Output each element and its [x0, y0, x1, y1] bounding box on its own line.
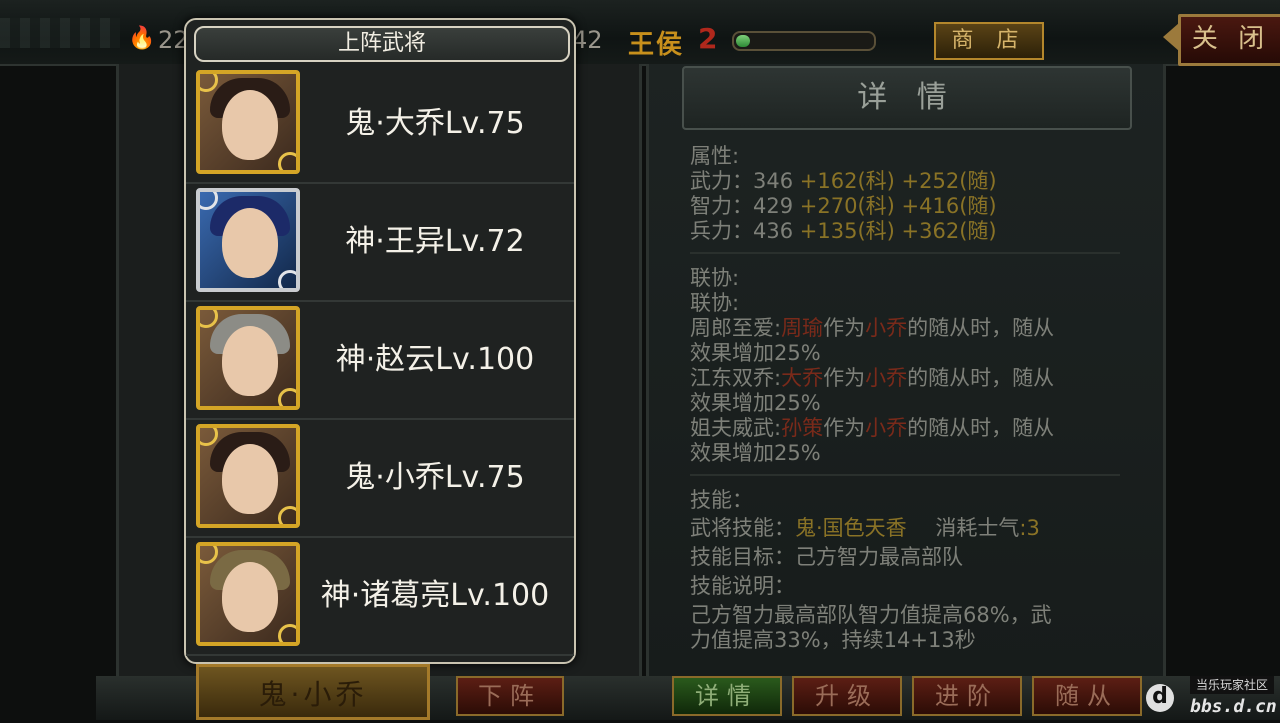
skill-row: 武将技能：鬼·国色天香 消耗士气:3 — [690, 516, 1130, 541]
rank-level: 2 — [698, 22, 718, 55]
synergy-effect: 效果增加25% — [690, 341, 821, 365]
general-portrait[interactable] — [196, 70, 300, 174]
attr-bonus-follower: +252(随) — [901, 169, 997, 193]
synergy-partner: 大乔 — [781, 366, 824, 390]
remove-button[interactable]: 下阵 — [456, 676, 564, 716]
skill-label: 武将技能： — [690, 516, 795, 540]
attr-bonus-tech: +135(科) — [799, 219, 895, 243]
skill-target: 技能目标：己方智力最高部队 — [690, 545, 963, 569]
attr-row: 兵力：436 +135(科) +362(随) — [690, 219, 1130, 244]
rank-name: 王侯 — [628, 30, 685, 60]
general-list: 鬼·大乔Lv.75 神·王异Lv.72 神·赵云Lv.100 鬼·小乔Lv.75 神·诸… — [186, 66, 574, 656]
synergy-list: 周郎至爱:周瑜作为小乔的随从时，随从 效果增加25% 江东双乔:大乔作为小乔的随从时… — [690, 316, 1130, 466]
attr-row: 武力：346 +162(科) +252(随) — [690, 169, 1130, 194]
general-portrait[interactable] — [196, 306, 300, 410]
watermark-site-name: 当乐玩家社区 — [1190, 676, 1274, 694]
skill-desc-line1: 己方智力最高部队智力值提高68%，武 — [690, 603, 1052, 627]
resource-value-2: 42 — [572, 26, 603, 54]
general-name: 神·诸葛亮Lv.100 — [320, 578, 550, 613]
frame-ornament-icon — [200, 546, 218, 564]
skill-name: 鬼·国色天香 — [795, 516, 907, 540]
frame-ornament-icon — [200, 74, 218, 92]
synergy-rest: 的随从时，随从 — [907, 416, 1055, 440]
synergy-rest: 的随从时，随从 — [907, 366, 1055, 390]
general-list-item[interactable]: 神·赵云Lv.100 — [186, 302, 574, 420]
synergy-row: 姐夫威武:孙策作为小乔的随从时，随从 — [690, 416, 1130, 441]
general-list-item[interactable]: 神·王异Lv.72 — [186, 184, 574, 302]
synergy-mid: 作为 — [823, 366, 866, 390]
synergy-subtitle: 联协: — [690, 291, 740, 315]
portrait-face — [222, 562, 278, 632]
synergy-row: 周郎至爱:周瑜作为小乔的随从时，随从 — [690, 316, 1130, 341]
attr-label: 兵力：436 — [690, 219, 794, 243]
general-name: 鬼·小乔Lv.75 — [345, 460, 525, 495]
attr-bonus-follower: +362(随) — [901, 219, 997, 243]
detail-body: 属性: 武力：346 +162(科) +252(随) 智力：429 +270(科)… — [690, 144, 1130, 653]
attr-bonus-tech: +270(科) — [799, 194, 895, 218]
divider — [690, 252, 1120, 254]
exp-bar-fill — [736, 35, 750, 47]
general-name: 鬼·大乔Lv.75 — [345, 106, 525, 141]
general-name: 神·赵云Lv.100 — [335, 342, 535, 377]
cost-label: 消耗士气 — [935, 516, 1020, 540]
d-logo-icon: d — [1146, 684, 1174, 712]
synergy-partner: 孙策 — [781, 416, 824, 440]
synergy-effect: 效果增加25% — [690, 391, 821, 415]
general-portrait[interactable] — [196, 424, 300, 528]
skill-desc-line2: 力值提高33%，持续14+13秒 — [690, 628, 976, 652]
general-list-item[interactable]: 鬼·大乔Lv.75 — [186, 66, 574, 184]
advance-button[interactable]: 进阶 — [912, 676, 1022, 716]
attr-bonus-follower: +416(随) — [901, 194, 997, 218]
portrait-face — [222, 208, 278, 278]
synergy-mid: 作为 — [823, 316, 866, 340]
detail-header: 详 情 — [682, 66, 1132, 130]
follower-button[interactable]: 随从 — [1032, 676, 1142, 716]
synergy-target: 小乔 — [865, 416, 908, 440]
synergy-title: 联协: — [690, 266, 740, 290]
synergy-partner: 周瑜 — [781, 316, 824, 340]
attr-list: 武力：346 +162(科) +252(随) 智力：429 +270(科) +41… — [690, 169, 1130, 244]
general-name: 神·王异Lv.72 — [345, 224, 525, 259]
portrait-face — [222, 326, 278, 396]
general-portrait[interactable] — [196, 188, 300, 292]
portrait-face — [222, 444, 278, 514]
general-list-popup: 上阵武将 鬼·大乔Lv.75 神·王异Lv.72 神·赵云Lv.100 鬼·小乔Lv.… — [184, 18, 576, 664]
synergy-target: 小乔 — [865, 366, 908, 390]
synergy-row: 江东双乔:大乔作为小乔的随从时，随从 — [690, 366, 1130, 391]
exp-bar — [732, 31, 876, 51]
cost-value: :3 — [1019, 516, 1040, 540]
frame-ornament-icon — [200, 310, 218, 328]
close-button[interactable]: 关 闭 — [1163, 14, 1280, 66]
general-portrait[interactable] — [196, 542, 300, 646]
attr-label: 武力：346 — [690, 169, 794, 193]
upgrade-button[interactable]: 升级 — [792, 676, 902, 716]
shop-button[interactable]: 商 店 — [934, 22, 1044, 60]
attr-label: 智力：429 — [690, 194, 794, 218]
popup-title: 上阵武将 — [194, 26, 570, 62]
synergy-name: 周郎至爱: — [690, 316, 782, 340]
synergy-name: 姐夫威武: — [690, 416, 782, 440]
decor-pattern — [0, 18, 120, 48]
selected-general-tab[interactable]: 鬼·小乔 — [196, 664, 430, 720]
skill-title: 技能： — [690, 488, 753, 512]
flame-icon: 🔥 — [128, 26, 156, 51]
general-list-item[interactable]: 神·诸葛亮Lv.100 — [186, 538, 574, 656]
detail-button[interactable]: 详情 — [672, 676, 782, 716]
general-list-item[interactable]: 鬼·小乔Lv.75 — [186, 420, 574, 538]
synergy-name: 江东双乔: — [690, 366, 782, 390]
portrait-face — [222, 90, 278, 160]
frame-ornament-icon — [200, 192, 218, 210]
watermark-url: bbs.d.cn — [1190, 696, 1277, 717]
attr-title: 属性: — [690, 144, 740, 168]
synergy-effect: 效果增加25% — [690, 441, 821, 465]
synergy-mid: 作为 — [823, 416, 866, 440]
frame-ornament-icon — [200, 428, 218, 446]
attr-row: 智力：429 +270(科) +416(随) — [690, 194, 1130, 219]
divider — [690, 474, 1120, 476]
synergy-rest: 的随从时，随从 — [907, 316, 1055, 340]
synergy-target: 小乔 — [865, 316, 908, 340]
attr-bonus-tech: +162(科) — [799, 169, 895, 193]
skill-desc-title: 技能说明： — [690, 574, 795, 598]
